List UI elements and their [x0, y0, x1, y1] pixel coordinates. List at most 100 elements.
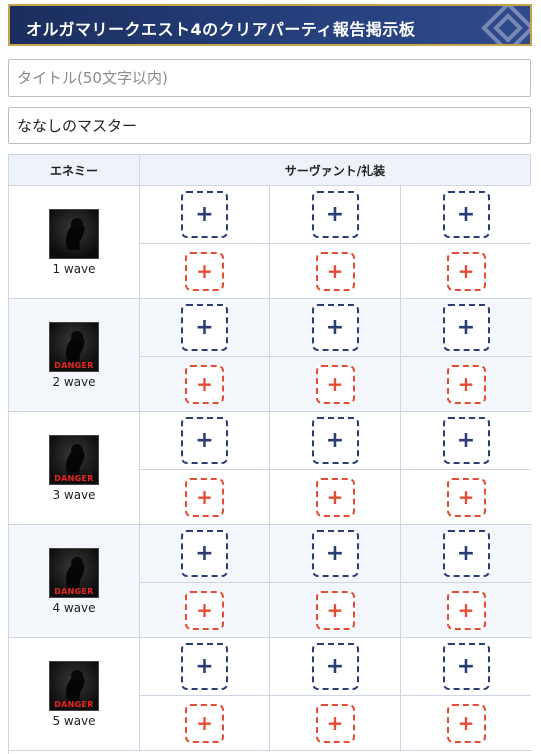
craft-essence-slot: + — [140, 696, 270, 750]
craft-essence-slot: + — [401, 583, 531, 637]
danger-badge: DANGER — [54, 699, 94, 709]
enemy-thumbnail[interactable]: DANGER — [49, 547, 99, 598]
add-servant-button[interactable]: + — [181, 530, 228, 577]
add-servant-button[interactable]: + — [442, 304, 490, 351]
servant-slot-row: + + + — [140, 299, 531, 357]
add-servant-button[interactable]: + — [181, 304, 228, 351]
add-craft-essence-button[interactable]: + — [315, 703, 355, 743]
add-craft-essence-button[interactable]: + — [185, 703, 224, 743]
enemy-cell: DANGER 4 wave — [9, 525, 140, 637]
plus-icon: + — [456, 427, 476, 453]
add-servant-button[interactable]: + — [442, 643, 490, 690]
add-craft-essence-button[interactable]: + — [185, 590, 224, 630]
plus-icon: + — [456, 201, 476, 227]
add-craft-essence-button[interactable]: + — [446, 477, 486, 517]
danger-badge: DANGER — [54, 360, 94, 370]
craft-essence-slot: + — [270, 244, 401, 298]
add-servant-button[interactable]: + — [181, 417, 228, 464]
plus-icon: + — [196, 372, 213, 396]
wave-row: DANGER 3 wave + + + + + + — [9, 412, 532, 525]
add-servant-button[interactable]: + — [311, 191, 359, 238]
craft-essence-slot: + — [140, 357, 270, 411]
add-servant-button[interactable]: + — [442, 191, 490, 238]
add-craft-essence-button[interactable]: + — [185, 251, 224, 291]
title-input[interactable] — [8, 59, 531, 97]
add-craft-essence-button[interactable]: + — [185, 477, 224, 517]
plus-icon: + — [457, 485, 475, 509]
add-servant-button[interactable]: + — [181, 191, 228, 238]
servant-slot: + — [270, 638, 401, 695]
wave-label: 2 wave — [52, 374, 96, 389]
plus-icon: + — [326, 485, 344, 509]
add-servant-button[interactable]: + — [311, 304, 359, 351]
craft-essence-slot: + — [270, 357, 401, 411]
servant-slot: + — [140, 299, 270, 356]
plus-icon: + — [456, 314, 476, 340]
servant-slot: + — [270, 186, 401, 243]
craft-essence-slot: + — [401, 244, 531, 298]
craft-essence-slot: + — [140, 244, 270, 298]
enemy-thumbnail[interactable]: DANGER — [49, 434, 99, 485]
party-table: エネミー サーヴァント/礼装 1 wave + + + + + + DANGER 2 wave +… — [8, 154, 532, 754]
plus-icon: + — [195, 314, 214, 340]
craft-essence-slot-row: + + + — [140, 470, 531, 524]
plus-icon: + — [457, 259, 475, 283]
add-servant-button[interactable]: + — [311, 530, 359, 577]
servant-slot: + — [401, 186, 531, 243]
plus-icon: + — [325, 653, 345, 679]
plus-icon: + — [196, 485, 213, 509]
craft-essence-slot: + — [401, 357, 531, 411]
plus-icon: + — [457, 372, 475, 396]
plus-icon: + — [195, 201, 214, 227]
add-servant-button[interactable]: + — [442, 530, 490, 577]
add-craft-essence-button[interactable]: + — [315, 590, 355, 630]
add-craft-essence-button[interactable]: + — [315, 364, 355, 404]
servant-slot: + — [140, 525, 270, 582]
add-servant-button[interactable]: + — [442, 417, 490, 464]
wave-row: DANGER 5 wave + + + + + + — [9, 638, 532, 751]
add-craft-essence-button[interactable]: + — [185, 364, 224, 404]
add-servant-button[interactable]: + — [311, 643, 359, 690]
craft-essence-slot: + — [270, 583, 401, 637]
servant-slot: + — [270, 299, 401, 356]
add-craft-essence-button[interactable]: + — [446, 251, 486, 291]
plus-icon: + — [457, 598, 475, 622]
servant-slot: + — [270, 525, 401, 582]
add-servant-button[interactable]: + — [311, 417, 359, 464]
craft-essence-slot-row: + + + — [140, 583, 531, 637]
add-craft-essence-button[interactable]: + — [315, 477, 355, 517]
add-craft-essence-button[interactable]: + — [446, 364, 486, 404]
servant-slot-row: + + + — [140, 186, 531, 244]
plus-icon: + — [196, 711, 213, 735]
author-name-input[interactable] — [8, 107, 531, 144]
craft-essence-slot: + — [140, 470, 270, 524]
add-craft-essence-button[interactable]: + — [446, 590, 486, 630]
plus-icon: + — [457, 711, 475, 735]
servant-slot: + — [401, 299, 531, 356]
servant-slot: + — [401, 525, 531, 582]
plus-icon: + — [195, 540, 214, 566]
enemy-thumbnail[interactable] — [49, 208, 99, 259]
wave-row: DANGER 4 wave + + + + + + — [9, 525, 532, 638]
servant-slot: + — [401, 412, 531, 469]
plus-icon: + — [195, 653, 214, 679]
plus-icon: + — [326, 259, 344, 283]
plus-icon: + — [326, 711, 344, 735]
servant-slot: + — [140, 186, 270, 243]
plus-icon: + — [325, 427, 345, 453]
add-servant-button[interactable]: + — [181, 643, 228, 690]
enemy-thumbnail[interactable]: DANGER — [49, 321, 99, 372]
wave-label: 1 wave — [52, 261, 96, 276]
enemy-cell: 1 wave — [9, 186, 140, 298]
craft-essence-slot: + — [140, 583, 270, 637]
servant-slot: + — [140, 412, 270, 469]
add-craft-essence-button[interactable]: + — [315, 251, 355, 291]
plus-icon: + — [456, 540, 476, 566]
column-header-servants: サーヴァント/礼装 — [140, 155, 531, 186]
wave-row: DANGER 2 wave + + + + + + — [9, 299, 532, 412]
enemy-cell: DANGER 5 wave — [9, 638, 140, 750]
craft-essence-slot-row: + + + — [140, 357, 531, 411]
enemy-thumbnail[interactable]: DANGER — [49, 660, 99, 711]
column-header-enemy: エネミー — [9, 155, 140, 186]
add-craft-essence-button[interactable]: + — [446, 703, 486, 743]
